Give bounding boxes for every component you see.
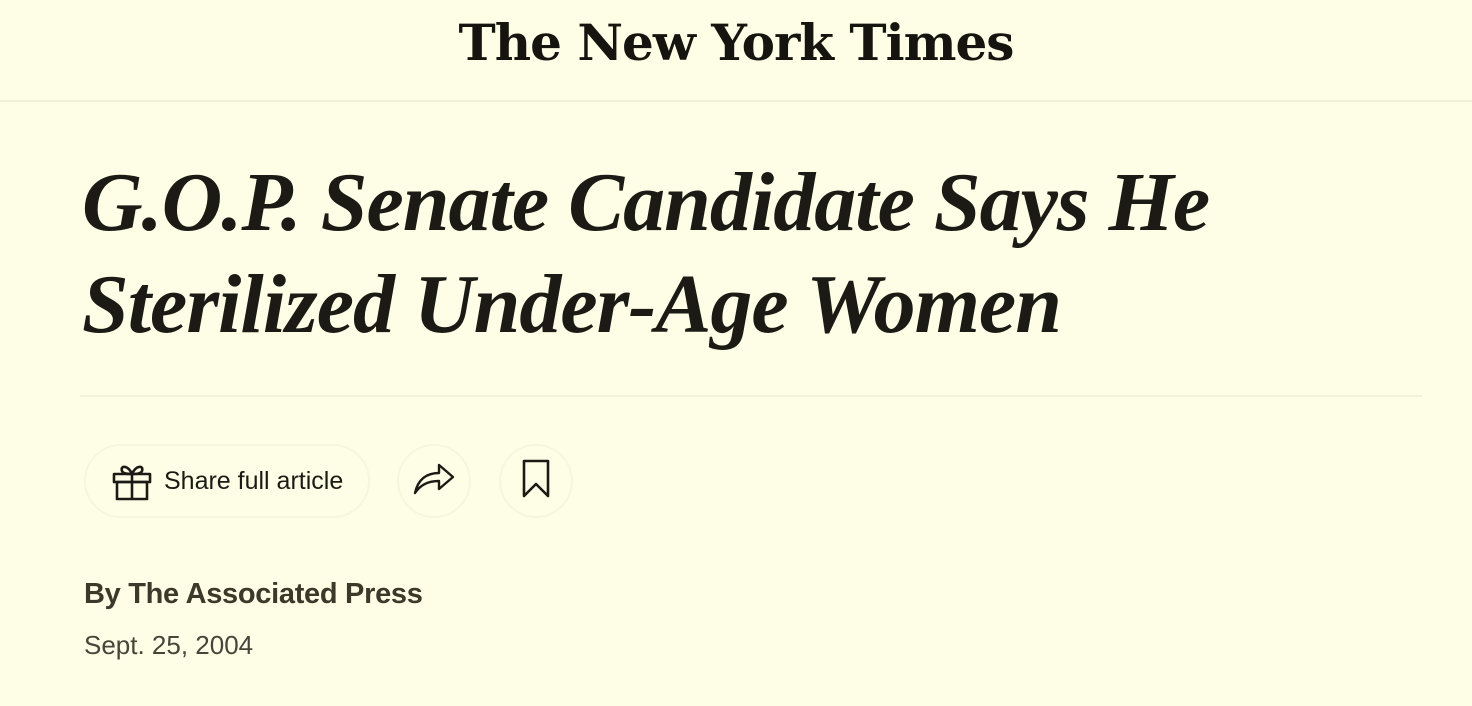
share-button[interactable] [397,444,471,518]
article-date: Sept. 25, 2004 [84,630,254,660]
share-full-article-button[interactable]: Share full article [84,444,370,518]
article-headline: G.O.P. Senate Candidate Says He Steriliz… [82,156,1210,351]
bookmark-icon [521,458,551,505]
masthead: The New York Times [0,0,1472,102]
article-byline[interactable]: By The Associated Press [84,578,423,611]
gift-icon [110,459,154,503]
nyt-logo[interactable]: The New York Times [0,18,1472,68]
share-full-article-label: Share full article [164,466,344,495]
headline-divider [80,395,1422,397]
share-arrow-icon [411,461,457,502]
save-bookmark-button[interactable] [499,444,573,518]
